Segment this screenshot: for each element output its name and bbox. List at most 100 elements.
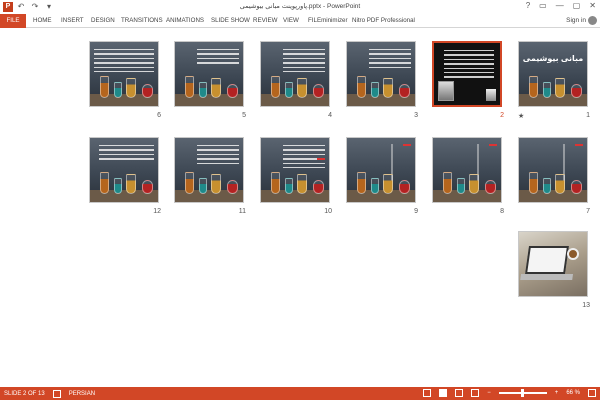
slide-number: 6 <box>157 112 161 119</box>
zoom-level[interactable]: 66 % <box>566 390 580 396</box>
flask-icon <box>313 180 324 194</box>
beaker-icon <box>443 172 452 194</box>
help-icon[interactable]: ? <box>526 1 530 10</box>
slide-number: 13 <box>582 302 590 309</box>
slide-thumb-1[interactable]: مبانی بیوشیمی <box>518 41 588 107</box>
zoom-slider[interactable] <box>498 389 547 397</box>
slide-sorter-view-icon[interactable] <box>439 389 448 397</box>
sign-in-link[interactable]: Sign in <box>566 14 586 28</box>
portrait-photo <box>486 89 496 101</box>
status-bar: SLIDE 2 OF 13 PERSIAN − + 66 % <box>0 387 600 400</box>
slide-text-lines <box>94 49 154 75</box>
slide-title: مبانی بیوشیمی <box>522 54 584 63</box>
slide-thumb-2[interactable] <box>432 41 502 107</box>
beaker-icon <box>457 178 465 194</box>
beaker-icon <box>199 82 207 98</box>
fit-to-window-icon[interactable] <box>588 389 596 397</box>
window-controls: ? ▭ — ▢ ✕ <box>526 1 596 10</box>
slide-number: 8 <box>500 208 504 215</box>
slide-number: 10 <box>324 208 332 215</box>
slide-thumb-3[interactable] <box>346 41 416 107</box>
flask-icon <box>399 180 410 194</box>
slide-thumb-9[interactable] <box>346 137 416 203</box>
slide-text-lines <box>197 145 239 167</box>
flask-icon <box>571 180 582 194</box>
zoom-in-button[interactable]: + <box>555 390 559 396</box>
beaker-icon <box>469 174 479 194</box>
flask-icon <box>313 84 324 98</box>
slide-number: 4 <box>328 112 332 119</box>
laptop-image <box>525 246 569 274</box>
beaker-icon <box>126 78 136 98</box>
ribbon-tabs: FILE HOME INSERT DESIGN TRANSITIONS ANIM… <box>0 14 600 28</box>
slide-number: 3 <box>414 112 418 119</box>
slide-text-lines <box>197 49 239 67</box>
tab-fileminimizer[interactable]: FILEminimizer <box>308 14 348 28</box>
slide-thumb-12[interactable] <box>89 137 159 203</box>
beaker-icon <box>271 172 280 194</box>
slide-number: 9 <box>414 208 418 215</box>
reading-view-icon[interactable] <box>455 389 464 397</box>
slide-thumb-7[interactable] <box>518 137 588 203</box>
beaker-icon <box>529 172 538 194</box>
tab-design[interactable]: DESIGN <box>91 14 115 28</box>
ribbon-display-icon[interactable]: ▭ <box>539 1 547 10</box>
slide-thumb-13[interactable] <box>518 231 588 297</box>
coffee-cup-image <box>567 248 579 260</box>
slide-thumb-6[interactable] <box>89 41 159 107</box>
close-icon[interactable]: ✕ <box>589 1 596 10</box>
flask-icon <box>571 84 582 98</box>
slide-number: 5 <box>242 112 246 119</box>
normal-view-icon[interactable] <box>423 389 432 397</box>
slide-thumb-10[interactable] <box>260 137 330 203</box>
beaker-icon <box>297 174 307 194</box>
beaker-icon <box>555 174 565 194</box>
slide-heading-mark <box>489 144 497 146</box>
zoom-slider-knob[interactable] <box>520 389 524 397</box>
tab-slide-show[interactable]: SLIDE SHOW <box>211 14 250 28</box>
slide-number: 11 <box>238 208 246 215</box>
slide-heading-mark <box>575 144 583 146</box>
tab-insert[interactable]: INSERT <box>61 14 84 28</box>
maximize-icon[interactable]: ▢ <box>573 1 581 10</box>
spelling-check-icon[interactable] <box>52 390 61 398</box>
beaker-icon <box>199 178 207 194</box>
flask-icon <box>227 84 238 98</box>
beaker-icon <box>114 82 122 98</box>
beaker-icon <box>297 78 307 98</box>
slide-thumb-5[interactable] <box>174 41 244 107</box>
slide-thumb-4[interactable] <box>260 41 330 107</box>
slide-thumb-11[interactable] <box>174 137 244 203</box>
window-title: پاورپوینت مبانی بیوشیمی.pptx - PowerPoin… <box>239 3 361 10</box>
beaker-icon <box>555 78 565 98</box>
slide-thumb-8[interactable] <box>432 137 502 203</box>
slide-text-lines <box>369 49 411 71</box>
zoom-out-button[interactable]: − <box>487 390 491 396</box>
slide-number: 1 <box>586 112 590 119</box>
transition-star-icon: ★ <box>518 113 525 120</box>
portrait-photo <box>438 81 454 101</box>
beaker-icon <box>114 178 122 194</box>
user-icon[interactable] <box>588 16 597 25</box>
tab-file[interactable]: FILE <box>0 14 26 28</box>
beaker-icon <box>100 172 109 194</box>
beaker-icon <box>383 78 393 98</box>
slide-text-lines <box>283 49 325 75</box>
slide-heading-mark <box>317 158 325 160</box>
tab-view[interactable]: VIEW <box>283 14 299 28</box>
tab-animations[interactable]: ANIMATIONS <box>166 14 204 28</box>
flask-icon <box>142 180 153 194</box>
beaker-icon <box>371 178 379 194</box>
tab-transitions[interactable]: TRANSITIONS <box>121 14 163 28</box>
tab-home[interactable]: HOME <box>33 14 52 28</box>
tab-review[interactable]: REVIEW <box>253 14 277 28</box>
beaker-icon <box>126 174 136 194</box>
beaker-icon <box>543 82 551 98</box>
beaker-icon <box>271 76 280 98</box>
tab-nitro-pdf[interactable]: Nitro PDF Professional <box>352 14 415 28</box>
language-indicator[interactable]: PERSIAN <box>69 391 95 397</box>
beaker-icon <box>285 178 293 194</box>
minimize-icon[interactable]: — <box>556 1 564 10</box>
slide-counter: SLIDE 2 OF 13 <box>4 391 45 397</box>
slide-show-icon[interactable] <box>471 389 480 397</box>
